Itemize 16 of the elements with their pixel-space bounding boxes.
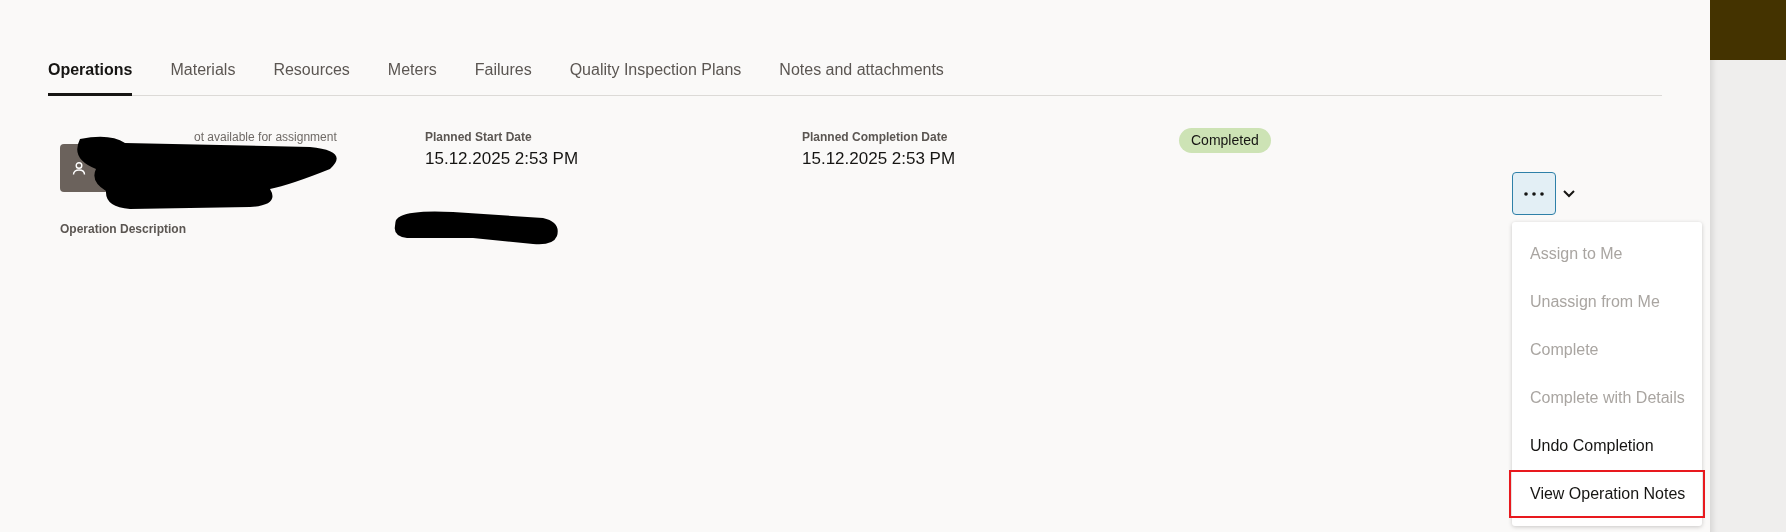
tab[interactable]: Resources [273, 58, 350, 96]
field-label: Planned Start Date [425, 129, 533, 146]
tab[interactable]: Failures [474, 58, 532, 96]
menu-item[interactable]: View Operation Notes [1509, 470, 1705, 518]
tab[interactable]: Operations [48, 58, 133, 96]
field-label: Operation Description [60, 221, 188, 238]
tab[interactable]: Materials [170, 58, 236, 96]
field-value: 15.12.2025 2:53 PM [425, 148, 580, 170]
field-label: Planned Completion Date [802, 129, 949, 146]
tab[interactable]: Notes and attachments [779, 58, 944, 96]
tab[interactable]: Quality Inspection Plans [569, 58, 742, 96]
assignment-note: ot available for assignment [194, 129, 337, 146]
tab[interactable]: Meters [387, 58, 437, 96]
status-badge: Completed [1179, 128, 1271, 153]
field-value: 15.12.2025 2:53 PM [802, 148, 957, 170]
menu-item[interactable]: Undo Completion [1512, 422, 1702, 470]
